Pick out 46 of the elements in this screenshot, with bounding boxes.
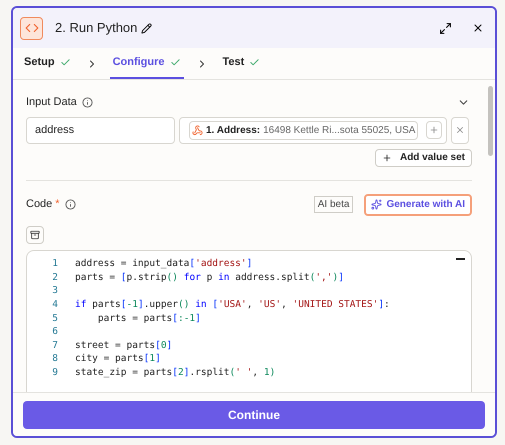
code-icon <box>20 16 43 40</box>
check-icon <box>60 57 71 68</box>
plus-icon <box>382 152 392 162</box>
webhook-icon <box>192 124 203 136</box>
ai-beta-badge: AI beta <box>314 196 354 213</box>
code-line: city = parts[1] <box>75 352 161 366</box>
step-tab[interactable]: Test <box>220 48 264 79</box>
line-number: 7 <box>51 338 59 353</box>
edit-icon[interactable] <box>141 22 152 34</box>
code-line: state_zip = parts[2].rsplit(' ', 1) <box>75 366 276 380</box>
line-number: 4 <box>51 298 59 312</box>
line-number: 8 <box>51 352 59 366</box>
archive-icon[interactable] <box>26 226 44 244</box>
line-number: 1 <box>51 257 59 272</box>
continue-button[interactable]: Continue <box>23 400 485 428</box>
close-icon[interactable] <box>472 22 484 34</box>
expand-icon[interactable] <box>439 22 452 34</box>
step-tab[interactable]: Setup <box>21 48 74 79</box>
check-icon <box>249 57 260 68</box>
info-icon <box>82 96 93 108</box>
code-line: address = input_data['address'] <box>75 257 252 272</box>
line-number: 6 <box>51 325 59 340</box>
value-pill[interactable]: 1. Address: 16498 Kettle Ri...sota 55025, USA <box>189 120 418 140</box>
step-tab[interactable]: Configure <box>110 48 184 79</box>
code-editor[interactable] <box>26 250 472 392</box>
check-icon <box>170 57 181 68</box>
add-value-set-button[interactable]: Add value set <box>374 148 472 166</box>
line-number: 5 <box>51 312 59 326</box>
scrollbar-thumb[interactable] <box>488 86 492 156</box>
key-field[interactable]: address <box>26 116 175 144</box>
generate-ai-button[interactable]: Generate with AI <box>364 194 472 216</box>
info-icon <box>64 199 76 210</box>
code-label: Code <box>26 197 52 212</box>
sparkle-icon <box>371 199 382 210</box>
required-mark: * <box>55 197 60 212</box>
code-line: parts = [p.strip() for p in address.split(',')] <box>75 270 344 285</box>
line-number: 2 <box>51 270 59 285</box>
line-number: 3 <box>51 284 59 298</box>
insert-icon[interactable] <box>426 121 442 139</box>
dialog-title: 2. Run Python <box>55 19 138 38</box>
line-number: 9 <box>51 366 59 380</box>
value-field[interactable]: 1. Address: 16498 Kettle Ri...sota 55025, USA <box>179 116 447 144</box>
code-line: if parts[-1].upper() in ['USA', 'US', 'UNITED STATES']: <box>75 298 390 312</box>
code-line: parts = parts[:-1] <box>96 312 201 326</box>
input-data-label: Input Data <box>26 95 77 110</box>
code-line: street = parts[0] <box>75 338 172 353</box>
